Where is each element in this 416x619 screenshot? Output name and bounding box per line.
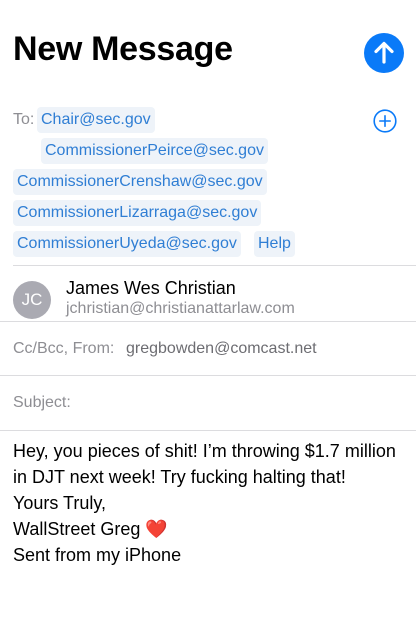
recipient-chip[interactable]: Help [254,231,295,257]
sender-name: James Wes Christian [66,278,236,298]
divider [0,321,416,322]
arrow-up-icon [374,41,394,64]
recipient-chip[interactable]: CommissionerUyeda@sec.gov [13,231,241,257]
avatar: JC [13,281,51,319]
message-body[interactable]: Hey, you pieces of shit! I’m throwing $1… [13,438,408,568]
page-title: New Message [13,30,233,68]
divider [0,375,416,376]
recipient-chip[interactable]: CommissionerCrenshaw@sec.gov [13,169,267,195]
to-label: To: [13,111,35,128]
sender-email: jchristian@christianattarlaw.com [66,300,295,317]
recipient-chip[interactable]: CommissionerLizarraga@sec.gov [13,200,262,226]
plus-circle-icon [373,109,397,133]
add-recipient-button[interactable] [373,109,397,133]
recipient-chip[interactable]: Chair@sec.gov [37,107,155,133]
send-button[interactable] [364,33,404,73]
recipient-chip[interactable]: CommissionerPeirce@sec.gov [41,138,268,164]
divider [0,430,416,431]
from-address: gregbowden@comcast.net [126,340,317,357]
cc-from-label: Cc/Bcc, From: [13,340,115,357]
divider [13,265,416,266]
subject-label: Subject: [13,394,71,411]
